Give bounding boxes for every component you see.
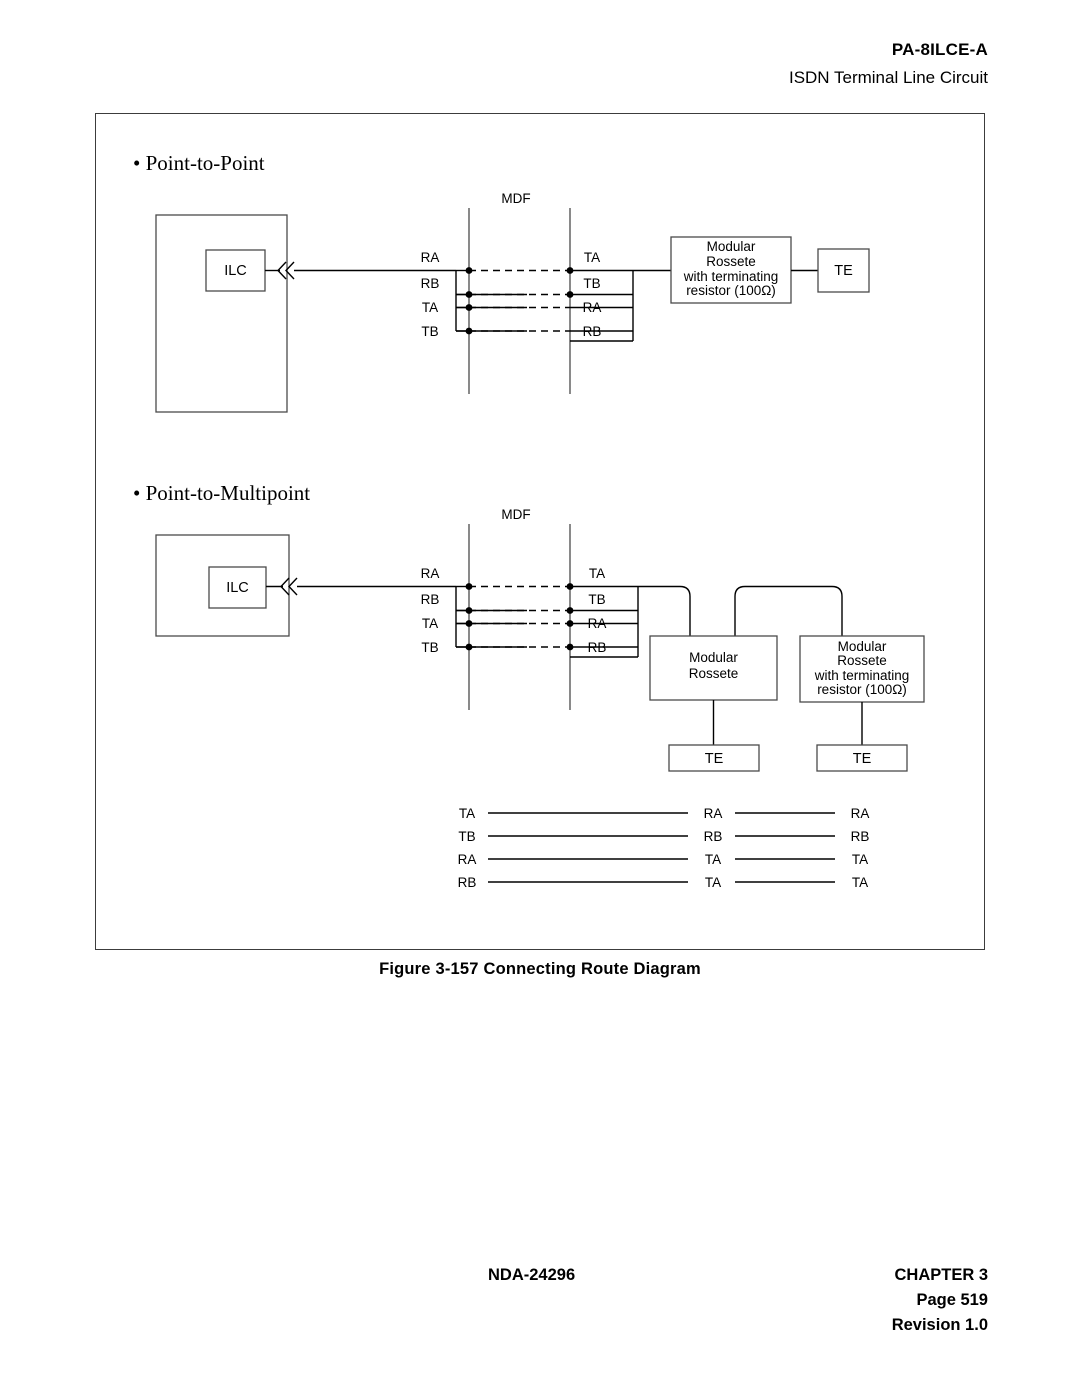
figure-frame [95, 113, 985, 950]
footer-document-number: NDA-24296 [488, 1266, 576, 1284]
document-page: PA-8ILCE-A ISDN Terminal Line Circuit • … [0, 0, 1080, 1397]
footer-chapter: CHAPTER 3 [894, 1266, 988, 1284]
header-product-code: PA-8ILCE-A [891, 40, 988, 59]
footer-revision: Revision 1.0 [891, 1316, 988, 1334]
section-label-point-to-multipoint: • Point-to-Multipoint [133, 481, 311, 505]
figure-caption: Figure 3-157 Connecting Route Diagram [379, 960, 701, 978]
header-subtitle: ISDN Terminal Line Circuit [788, 68, 988, 87]
footer-page-number: Page 519 [916, 1291, 988, 1309]
section-label-point-to-point: • Point-to-Point [133, 151, 265, 175]
